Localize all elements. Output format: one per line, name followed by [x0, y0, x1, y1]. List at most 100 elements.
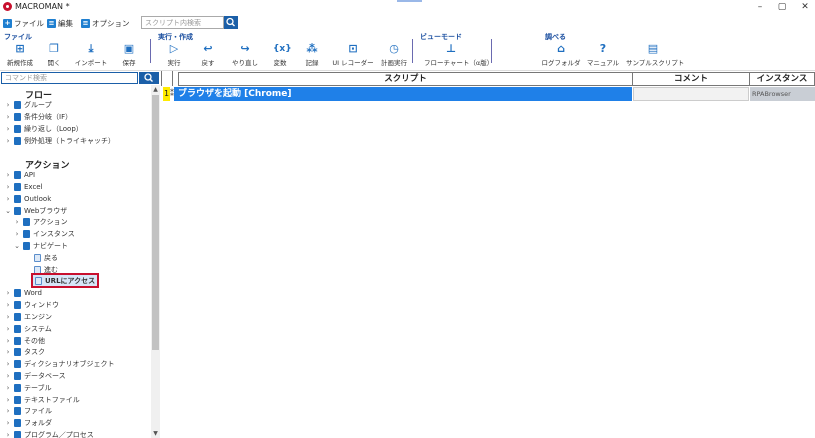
- record-icon: ⁂: [306, 42, 318, 55]
- chevron-right-icon: ›: [6, 312, 10, 321]
- scroll-down-icon[interactable]: ▼: [151, 430, 160, 437]
- tree-item[interactable]: › 条件分岐（IF）: [5, 111, 72, 122]
- chevron-right-icon: ›: [6, 194, 10, 203]
- instance-column-header[interactable]: インスタンス: [749, 72, 815, 86]
- edit-icon: ≡: [47, 18, 56, 28]
- tree-item[interactable]: › グループ: [5, 99, 52, 110]
- sample-script-icon: ▤: [647, 42, 659, 55]
- chevron-right-icon: ›: [6, 395, 10, 404]
- tree-item-label: ナビゲート: [33, 241, 68, 250]
- folder-icon: [14, 206, 21, 215]
- chevron-right-icon: ›: [6, 288, 10, 297]
- tree-item[interactable]: › フォルダ: [5, 417, 52, 428]
- tree-item[interactable]: › テーブル: [5, 382, 52, 393]
- scrollbar-thumb[interactable]: [152, 95, 159, 350]
- group-view-label: ビューモード: [420, 33, 462, 41]
- tree-item-label: システム: [24, 324, 52, 333]
- command-panel: コマンド検索 フロー › グループ › 条件分岐（IF） › 繰り返し（Loop） ›…: [0, 71, 160, 438]
- tree-item[interactable]: › 繰り返し（Loop）: [5, 123, 83, 134]
- flowchart-button[interactable]: ⊥ フローチャート（α版）: [424, 42, 493, 69]
- grid-line: [172, 71, 173, 86]
- menu-file[interactable]: + ファイル: [3, 17, 44, 29]
- tree-item[interactable]: › Excel: [5, 181, 43, 192]
- ribbon: ファイル 実行・作成 ビューモード 調べる ⊞ 新規作成 ❐ 開く ⤓ インポート ▣…: [0, 31, 815, 69]
- tree-item[interactable]: › プログラム／プロセス: [5, 429, 94, 438]
- tree-item[interactable]: › API: [5, 169, 35, 180]
- manual-button-label: マニュアル: [586, 59, 620, 67]
- tree-item-selected[interactable]: URLにアクセス: [30, 273, 100, 288]
- tree-item[interactable]: 進む: [34, 264, 58, 275]
- tree-item[interactable]: › ファイル: [5, 405, 52, 416]
- chevron-right-icon: ›: [6, 406, 10, 415]
- menu-options[interactable]: ≡ オプション: [81, 17, 130, 29]
- minimize-icon[interactable]: –: [752, 1, 768, 13]
- folder-icon: [14, 347, 21, 356]
- tree-item-label: Webブラウザ: [24, 206, 68, 215]
- tree-item[interactable]: › ウィンドウ: [5, 299, 59, 310]
- chevron-down-icon: ⌄: [14, 241, 20, 250]
- tree-item-label: データベース: [24, 371, 66, 380]
- import-icon: ⤓: [88, 42, 94, 55]
- command-search-input[interactable]: コマンド検索: [1, 72, 138, 84]
- folder-icon: [14, 371, 21, 380]
- row-number: 1: [163, 87, 170, 101]
- maximize-icon[interactable]: ▢: [774, 1, 790, 13]
- group-file-label: ファイル: [4, 33, 32, 41]
- options-icon: ≡: [81, 18, 90, 28]
- tree-item[interactable]: › その他: [5, 335, 45, 346]
- tree-item[interactable]: › アクション: [14, 216, 68, 227]
- chevron-right-icon: ›: [15, 229, 19, 238]
- log-folder-icon: ⌂: [557, 42, 565, 55]
- tree-item-label: API: [24, 170, 36, 179]
- tree-item-label: タスク: [24, 347, 45, 356]
- folder-icon: [14, 194, 21, 203]
- log-folder-button[interactable]: ⌂ ログフォルダ: [542, 42, 581, 69]
- script-search-input[interactable]: スクリプト内検索: [141, 16, 224, 29]
- scroll-up-icon[interactable]: ▲: [151, 86, 160, 93]
- chevron-right-icon: ›: [6, 136, 10, 145]
- tree-item-label: 例外処理（トライキャッチ）: [24, 136, 115, 145]
- script-column-header[interactable]: スクリプト: [178, 72, 633, 86]
- chevron-right-icon: ›: [6, 182, 10, 191]
- tree-item-label: ディクショナリオブジェクト: [24, 359, 115, 368]
- chevron-right-icon: ›: [6, 430, 10, 438]
- script-grid: スクリプト コメント インスタンス 1 ⁑ ブラウザを起動 [Chrome] R…: [161, 71, 815, 438]
- script-row-selected[interactable]: ブラウザを起動 [Chrome]: [174, 87, 632, 101]
- close-icon[interactable]: ✕: [797, 1, 813, 13]
- ui-recorder-button[interactable]: ⊡ UI レコーダー: [332, 42, 373, 69]
- folder-icon: [14, 324, 21, 333]
- tree-item[interactable]: › エンジン: [5, 311, 52, 322]
- folder-icon: [14, 112, 21, 121]
- manual-button[interactable]: ? マニュアル: [586, 42, 620, 69]
- tree-item[interactable]: › データベース: [5, 370, 66, 381]
- menu-edit[interactable]: ≡ 編集: [47, 17, 73, 29]
- window-title: MACROMAN *: [15, 2, 70, 11]
- tree-item[interactable]: › インスタンス: [14, 228, 75, 239]
- comment-column-header[interactable]: コメント: [632, 72, 750, 86]
- tree-item[interactable]: › テキストファイル: [5, 394, 80, 405]
- command-search-button[interactable]: [139, 72, 159, 84]
- script-search-button[interactable]: [224, 16, 238, 29]
- comment-cell[interactable]: [633, 87, 749, 101]
- tree-item[interactable]: ⌄ Webブラウザ: [5, 205, 67, 216]
- folder-icon: [14, 288, 21, 297]
- app-logo-icon: [3, 2, 12, 11]
- tree-item[interactable]: ⌄ ナビゲート: [14, 240, 68, 251]
- tree-item[interactable]: › Outlook: [5, 193, 51, 204]
- sample-script-button[interactable]: ▤ サンプルスクリプト: [626, 42, 684, 69]
- tree-scrollbar[interactable]: ▲ ▼: [151, 85, 160, 438]
- chevron-right-icon: ›: [6, 112, 10, 121]
- instance-cell[interactable]: RPABrowser: [750, 87, 815, 101]
- tree-item-label: プログラム／プロセス: [24, 430, 94, 438]
- tree-item[interactable]: › システム: [5, 323, 52, 334]
- tree-item[interactable]: › タスク: [5, 346, 45, 357]
- folder-icon: [14, 406, 21, 415]
- tree-item[interactable]: › Word: [5, 287, 42, 298]
- tree-item[interactable]: › 例外処理（トライキャッチ）: [5, 135, 115, 146]
- record-button[interactable]: ⁂ 記録: [295, 42, 329, 69]
- tree-item[interactable]: 戻る: [34, 252, 58, 263]
- tree-item[interactable]: › ディクショナリオブジェクト: [5, 358, 115, 369]
- save-button[interactable]: ▣ 保存: [112, 42, 146, 69]
- chevron-right-icon: ›: [6, 347, 10, 356]
- schedule-button[interactable]: ◷ 計画実行: [377, 42, 411, 69]
